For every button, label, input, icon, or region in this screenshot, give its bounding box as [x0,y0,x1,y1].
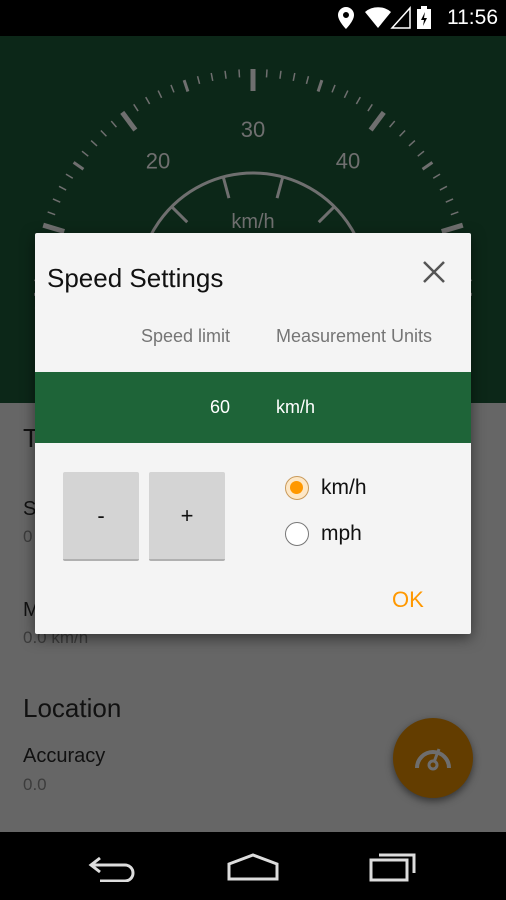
gauge-tick [58,185,67,191]
gauge-tick [42,222,65,234]
gauge-tick [47,211,56,216]
gauge-tick [182,79,190,92]
gauge-tick [170,84,175,93]
gauge-tick [81,150,89,157]
stat-value: 0 [23,527,33,546]
gauge-tick [408,139,416,147]
close-icon[interactable] [421,259,447,285]
gauge-tick [210,72,214,82]
battery-charging-icon [417,6,431,29]
radio-label: km/h [321,476,367,499]
accuracy-value: 0.0 [23,775,47,794]
wifi-icon [365,7,391,28]
back-icon[interactable] [88,852,138,882]
radio-kmh[interactable]: km/h [285,476,367,500]
gauge-tick [238,69,241,78]
unit-value: km/h [276,397,316,417]
gauge-tick [445,198,454,203]
inner-tick [317,205,336,224]
home-icon[interactable] [226,852,280,882]
signal-icon [390,6,411,29]
gauge-tick [196,75,201,85]
gauge-tick [133,103,139,112]
decrease-button[interactable]: - [63,472,139,561]
gauge-tick [368,110,386,132]
increase-button[interactable]: + [149,472,225,561]
gauge-tick [399,129,406,137]
gauge-tick [120,110,138,132]
status-bar: 11:56 [0,0,506,36]
location-title: Location [23,693,122,723]
speedometer-icon [415,748,451,771]
inner-tick [170,205,189,224]
speed-limit-header: Speed limit [140,326,230,346]
gauge-tick [432,173,441,179]
gauge-tick [265,69,268,78]
gauge-tick [292,72,296,82]
recents-icon[interactable] [368,850,420,882]
speed-settings-fab[interactable] [393,718,473,798]
gauge-tick [316,79,324,92]
gauge-tick [224,70,227,79]
gauge-tick [367,103,373,112]
radio-mph[interactable]: mph [285,522,362,546]
accuracy-label: Accuracy [23,745,106,767]
gauge-tick [157,90,163,99]
gauge-tick [417,150,425,157]
gauge-label: 30 [241,117,265,142]
gauge-tick [441,222,464,234]
dialog-title: Speed Settings [47,263,224,293]
radio-unchecked[interactable] [285,522,309,546]
clock: 11:56 [447,6,498,29]
gauge-tick [279,70,282,79]
gauge-tick [110,120,118,128]
gauge-tick [52,198,61,203]
radio-checked[interactable] [285,476,309,500]
gauge-tick [439,185,448,191]
inner-tick [275,176,285,199]
selected-values-row: 60 km/h [35,372,471,443]
gauge-tick [343,90,349,99]
gauge-tick [450,211,459,216]
gauge-tick [65,173,74,179]
speed-settings-dialog: Speed Settings Speed limit Measurement U… [35,233,471,634]
gauge-tick [331,84,336,93]
radio-label: mph [321,522,362,545]
location-icon [338,7,354,29]
gauge-tick [72,161,85,171]
gauge-tick [421,161,434,171]
gauge-unit: km/h [231,211,274,233]
gauge-label: 20 [146,148,170,173]
speed-limit-value: 60 [209,397,230,417]
gauge-label: 40 [336,148,360,173]
gauge-tick [145,96,151,105]
gauge-tick [388,120,396,128]
units-header: Measurement Units [276,326,433,346]
gauge-tick [100,129,107,137]
gauge-tick [355,96,361,105]
ok-button[interactable]: OK [392,587,424,613]
gauge-tick [305,75,310,85]
gauge-tick [90,139,98,147]
navigation-bar [0,832,506,900]
inner-tick [221,176,231,199]
